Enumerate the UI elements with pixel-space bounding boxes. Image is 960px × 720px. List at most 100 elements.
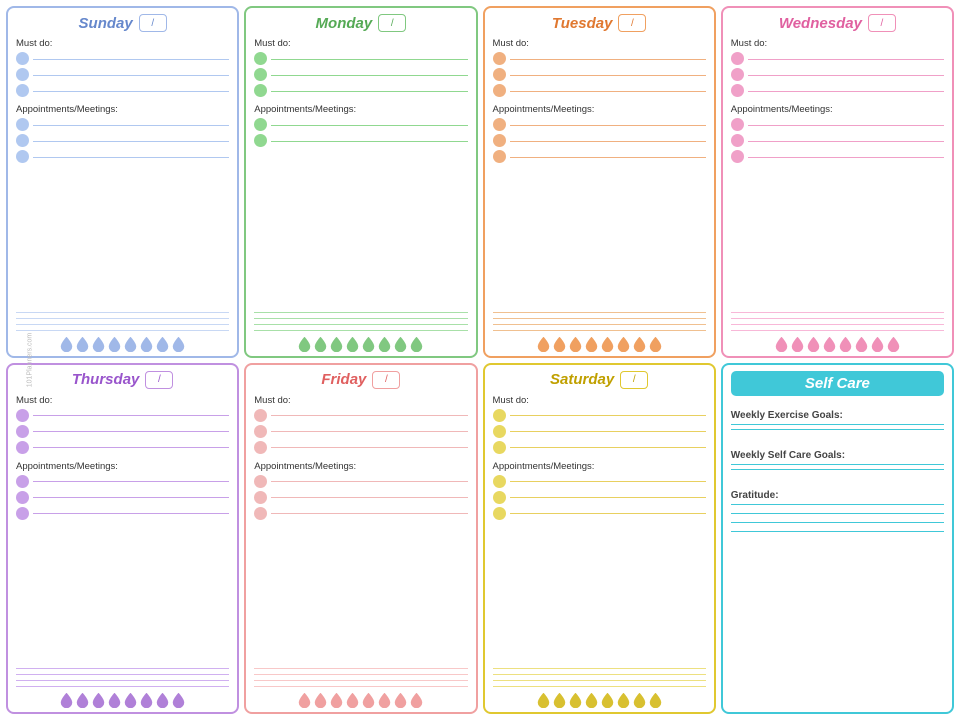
tuesday-date-box[interactable]: /	[618, 14, 646, 32]
wednesday-date-box[interactable]: /	[868, 14, 896, 32]
tuesday-notes-line[interactable]	[493, 312, 706, 313]
water-drop-icon[interactable]	[330, 692, 343, 708]
monday-bullet-line[interactable]	[271, 75, 467, 76]
saturday-bullet-line[interactable]	[510, 431, 706, 432]
sunday-bullet-line[interactable]	[33, 59, 229, 60]
friday-appt-line[interactable]	[271, 497, 467, 498]
gratitude-line[interactable]	[731, 531, 944, 532]
gratitude-line[interactable]	[731, 504, 944, 505]
water-drop-icon[interactable]	[633, 692, 646, 708]
water-drop-icon[interactable]	[378, 336, 391, 352]
monday-appt-line[interactable]	[271, 125, 467, 126]
water-drop-icon[interactable]	[394, 336, 407, 352]
saturday-notes-line[interactable]	[493, 674, 706, 675]
water-drop-icon[interactable]	[60, 692, 73, 708]
water-drop-icon[interactable]	[172, 336, 185, 352]
monday-notes-line[interactable]	[254, 330, 467, 331]
water-drop-icon[interactable]	[410, 692, 423, 708]
tuesday-notes-line[interactable]	[493, 330, 706, 331]
water-drop-icon[interactable]	[108, 692, 121, 708]
saturday-appt-line[interactable]	[510, 513, 706, 514]
water-drop-icon[interactable]	[839, 336, 852, 352]
water-drop-icon[interactable]	[362, 336, 375, 352]
water-drop-icon[interactable]	[124, 692, 137, 708]
water-drop-icon[interactable]	[823, 336, 836, 352]
thursday-notes-line[interactable]	[16, 680, 229, 681]
saturday-date-box[interactable]: /	[620, 371, 648, 389]
water-drop-icon[interactable]	[585, 336, 598, 352]
saturday-appt-line[interactable]	[510, 497, 706, 498]
water-drop-icon[interactable]	[314, 692, 327, 708]
monday-bullet-line[interactable]	[271, 91, 467, 92]
water-drop-icon[interactable]	[156, 692, 169, 708]
monday-notes-line[interactable]	[254, 318, 467, 319]
friday-appt-line[interactable]	[271, 513, 467, 514]
tuesday-bullet-line[interactable]	[510, 75, 706, 76]
water-drop-icon[interactable]	[585, 692, 598, 708]
water-drop-icon[interactable]	[298, 336, 311, 352]
water-drop-icon[interactable]	[617, 336, 630, 352]
saturday-appt-line[interactable]	[510, 481, 706, 482]
water-drop-icon[interactable]	[791, 336, 804, 352]
tuesday-bullet-line[interactable]	[510, 91, 706, 92]
water-drop-icon[interactable]	[156, 336, 169, 352]
wednesday-notes-line[interactable]	[731, 324, 944, 325]
exercise-goals-line[interactable]	[731, 429, 944, 430]
wednesday-appt-line[interactable]	[748, 157, 944, 158]
water-drop-icon[interactable]	[537, 692, 550, 708]
water-drop-icon[interactable]	[92, 692, 105, 708]
monday-notes-line[interactable]	[254, 324, 467, 325]
water-drop-icon[interactable]	[92, 336, 105, 352]
water-drop-icon[interactable]	[314, 336, 327, 352]
thursday-notes-line[interactable]	[16, 674, 229, 675]
tuesday-appt-line[interactable]	[510, 141, 706, 142]
water-drop-icon[interactable]	[775, 336, 788, 352]
monday-bullet-line[interactable]	[271, 59, 467, 60]
thursday-bullet-line[interactable]	[33, 431, 229, 432]
sunday-appt-line[interactable]	[33, 157, 229, 158]
sunday-notes-line[interactable]	[16, 312, 229, 313]
water-drop-icon[interactable]	[76, 692, 89, 708]
water-drop-icon[interactable]	[346, 336, 359, 352]
water-drop-icon[interactable]	[569, 692, 582, 708]
monday-date-box[interactable]: /	[378, 14, 406, 32]
wednesday-notes-line[interactable]	[731, 330, 944, 331]
water-drop-icon[interactable]	[410, 336, 423, 352]
water-drop-icon[interactable]	[140, 692, 153, 708]
water-drop-icon[interactable]	[649, 692, 662, 708]
wednesday-bullet-line[interactable]	[748, 91, 944, 92]
thursday-date-box[interactable]: /	[145, 371, 173, 389]
water-drop-icon[interactable]	[855, 336, 868, 352]
friday-notes-line[interactable]	[254, 680, 467, 681]
thursday-bullet-line[interactable]	[33, 447, 229, 448]
wednesday-notes-line[interactable]	[731, 312, 944, 313]
saturday-notes-line[interactable]	[493, 668, 706, 669]
water-drop-icon[interactable]	[553, 336, 566, 352]
saturday-bullet-line[interactable]	[510, 447, 706, 448]
thursday-notes-line[interactable]	[16, 668, 229, 669]
water-drop-icon[interactable]	[633, 336, 646, 352]
selfcare-goals-line[interactable]	[731, 469, 944, 470]
friday-bullet-line[interactable]	[271, 447, 467, 448]
water-drop-icon[interactable]	[617, 692, 630, 708]
water-drop-icon[interactable]	[140, 336, 153, 352]
thursday-appt-line[interactable]	[33, 481, 229, 482]
saturday-bullet-line[interactable]	[510, 415, 706, 416]
thursday-notes-line[interactable]	[16, 686, 229, 687]
sunday-notes-line[interactable]	[16, 330, 229, 331]
water-drop-icon[interactable]	[537, 336, 550, 352]
friday-notes-line[interactable]	[254, 686, 467, 687]
friday-date-box[interactable]: /	[372, 371, 400, 389]
tuesday-appt-line[interactable]	[510, 125, 706, 126]
water-drop-icon[interactable]	[60, 336, 73, 352]
friday-bullet-line[interactable]	[271, 431, 467, 432]
wednesday-bullet-line[interactable]	[748, 59, 944, 60]
water-drop-icon[interactable]	[124, 336, 137, 352]
wednesday-appt-line[interactable]	[748, 141, 944, 142]
monday-notes-line[interactable]	[254, 312, 467, 313]
water-drop-icon[interactable]	[569, 336, 582, 352]
water-drop-icon[interactable]	[887, 336, 900, 352]
water-drop-icon[interactable]	[553, 692, 566, 708]
wednesday-notes-line[interactable]	[731, 318, 944, 319]
tuesday-bullet-line[interactable]	[510, 59, 706, 60]
